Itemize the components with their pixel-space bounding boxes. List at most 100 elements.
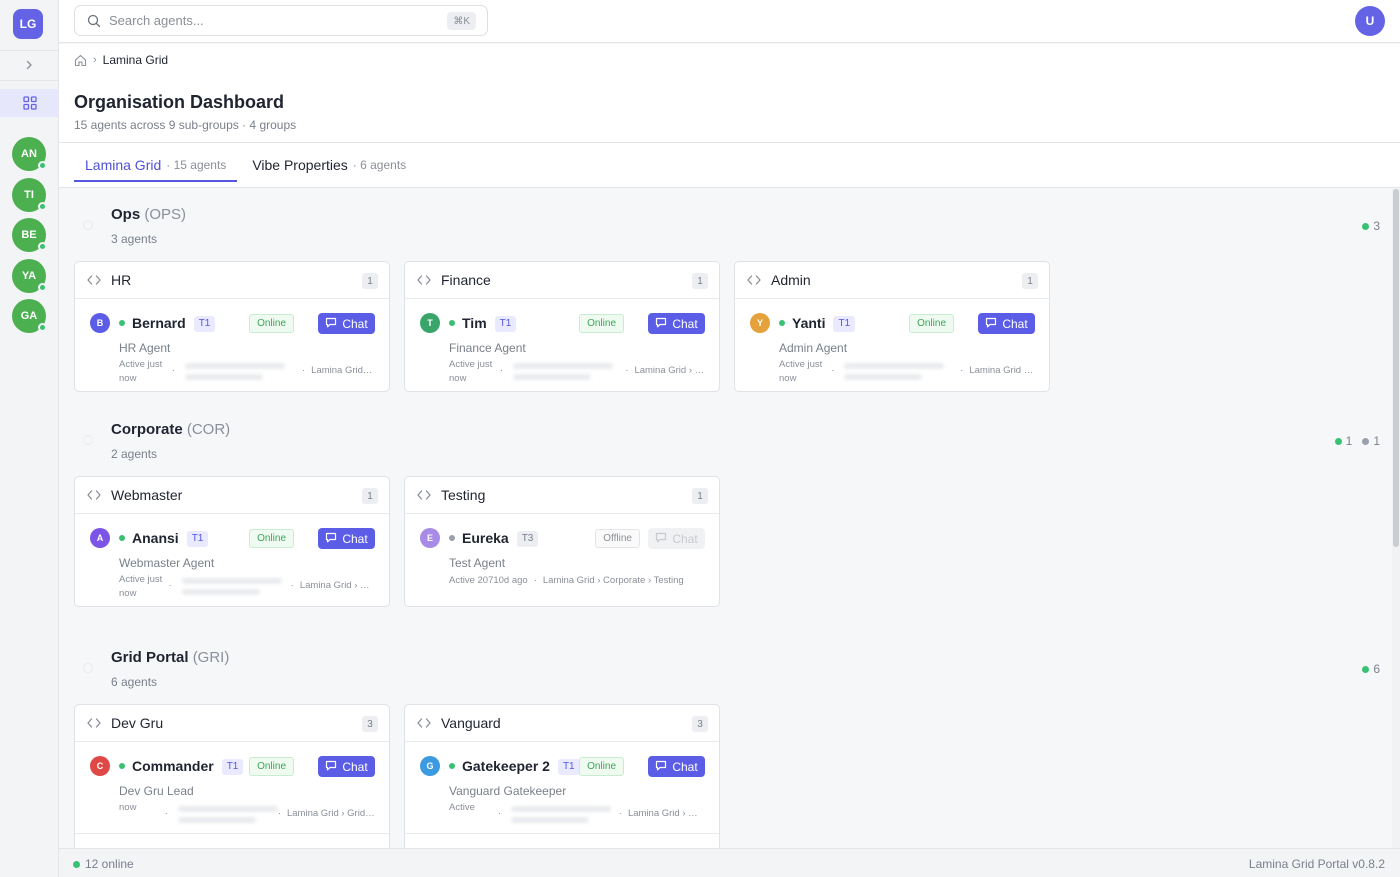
agent-last-active: now (119, 802, 137, 813)
chat-button[interactable]: Chat (318, 313, 375, 334)
app-logo[interactable]: LG (13, 9, 43, 39)
agent-last-active: Active just now (119, 359, 163, 384)
tab-count: · 15 agents (166, 158, 227, 172)
chat-icon (325, 317, 337, 331)
breadcrumb-separator: › (93, 54, 97, 66)
dashboard-nav-button[interactable] (0, 89, 59, 117)
agent-name: Eureka (462, 530, 509, 546)
subgroup-card: HR 1 B Bernard T1 Online Chat HR Agent Active ju… (74, 261, 390, 392)
group-status-summary: 3 (1362, 219, 1380, 233)
tab-vibe-properties[interactable]: Vibe Properties · 6 agents (241, 149, 417, 181)
sidebar-divider (0, 50, 59, 51)
subgroup-title: HR (111, 272, 132, 288)
app-version: Lamina Grid Portal v0.8.2 (1248, 857, 1385, 871)
group-agent-count: 2 agents (111, 447, 158, 461)
agent-path: Lamina Grid › ... (969, 365, 1035, 376)
subgroup-header[interactable]: Vanguard 3 (405, 705, 719, 742)
online-status-dot (38, 161, 47, 170)
code-icon (417, 488, 433, 502)
status-badge: Online (909, 314, 954, 333)
status-dot (1362, 665, 1370, 673)
subgroup-header[interactable]: Admin 1 (735, 262, 1049, 299)
redacted-text (507, 801, 613, 827)
chat-button[interactable]: Chat (648, 756, 705, 777)
chat-label: Chat (672, 316, 698, 331)
agent-avatar: T (420, 313, 440, 333)
subgroup-agent-count: 1 (692, 273, 708, 289)
agent-avatar: B (90, 313, 110, 333)
agent-row[interactable]: C Commander T1 Online Chat Dev Gru Lead now · · L… (75, 742, 389, 832)
chat-icon (325, 760, 337, 774)
subgroup-header[interactable]: Webmaster 1 (75, 477, 389, 514)
code-icon (747, 273, 763, 287)
tier-badge: T1 (833, 316, 856, 332)
status-count: 1 (1334, 434, 1352, 448)
agent-row[interactable]: B Bernard T1 Online Chat HR Agent Active just … (75, 299, 389, 389)
status-badge: Online (249, 757, 294, 776)
group-toggle[interactable] (83, 663, 93, 673)
meta-separator: · (831, 365, 835, 376)
org-tabs: Lamina Grid · 15 agents Vibe Properties … (74, 149, 421, 182)
agent-path: Lamina Grid › Corporate › Testing (542, 575, 684, 586)
search-icon (87, 14, 101, 27)
agent-role: Finance Agent (449, 341, 526, 355)
agent-role: Webmaster Agent (119, 556, 215, 570)
subgroup-header[interactable]: Finance 1 (405, 262, 719, 299)
redacted-text (181, 358, 296, 384)
sidebar-agent-avatar[interactable]: BE (12, 218, 47, 252)
sidebar-agent-avatar[interactable]: GA (12, 299, 47, 333)
page-header: › Lamina Grid Organisation Dashboard 15 … (59, 44, 1400, 188)
agent-path: Lamina Grid › Grid... (627, 808, 705, 819)
agent-role: Test Agent (449, 556, 506, 570)
agent-row[interactable]: E Eureka T3 Offline Chat Test Agent Active 207… (405, 514, 719, 604)
chat-button[interactable]: Chat (318, 528, 375, 549)
status-dot (1362, 437, 1370, 445)
agent-name: Yanti (792, 315, 826, 331)
chat-button[interactable]: Chat (648, 528, 705, 549)
tier-badge: T3 (516, 531, 539, 547)
chat-button[interactable]: Chat (318, 756, 375, 777)
agent-name: Commander (132, 758, 214, 774)
status-count-value: 6 (1373, 662, 1380, 676)
chevron-right-icon[interactable] (19, 55, 39, 75)
subgroup-header[interactable]: Dev Gru 3 (75, 705, 389, 742)
agent-row[interactable]: T Tim T1 Online Chat Finance Agent Active just… (405, 299, 719, 389)
subgroup-header[interactable]: Testing 1 (405, 477, 719, 514)
chat-icon (655, 532, 667, 546)
agent-row[interactable]: G Gatekeeper 2 T1 Online Chat Vanguard Gateke… (405, 742, 719, 832)
code-icon (417, 716, 433, 730)
agent-row[interactable]: A Anansi T1 Online Chat Webmaster Agent Active… (75, 514, 389, 604)
sidebar-agent-avatar[interactable]: YA (12, 259, 47, 293)
redacted-text (174, 801, 278, 827)
search-box[interactable]: ⌘K (74, 5, 488, 36)
agent-status-dot (449, 320, 455, 326)
home-icon[interactable] (74, 54, 87, 67)
scrollbar[interactable] (1392, 189, 1400, 848)
group-title: Corporate (COR) (111, 421, 230, 438)
subgroup-title: Dev Gru (111, 715, 164, 731)
tab-count: · 6 agents (352, 158, 407, 172)
status-badge: Online (249, 314, 294, 333)
chat-button[interactable]: Chat (648, 313, 705, 334)
group-status-summary: 11 (1334, 434, 1380, 448)
agent-row[interactable]: Y Yanti T1 Online Chat Admin Agent Active just… (735, 299, 1049, 389)
agent-avatar: G (420, 756, 440, 776)
status-count: 1 (1362, 434, 1380, 448)
subgroup-header[interactable]: HR 1 (75, 262, 389, 299)
status-footer: 12 online Lamina Grid Portal v0.8.2 (59, 848, 1400, 877)
breadcrumb: › Lamina Grid (74, 53, 168, 67)
agent-name: Anansi (132, 530, 179, 546)
chat-button[interactable]: Chat (978, 313, 1035, 334)
sidebar-agent-avatar[interactable]: AN (12, 137, 47, 171)
meta-separator: · (302, 365, 306, 376)
group-toggle[interactable] (83, 435, 93, 445)
group-toggle[interactable] (83, 220, 93, 230)
scrollbar-thumb[interactable] (1393, 189, 1399, 547)
sidebar-agent-avatar[interactable]: TI (12, 178, 47, 212)
user-avatar[interactable]: U (1355, 6, 1385, 36)
search-input[interactable] (109, 13, 439, 28)
online-status-dot (38, 202, 47, 211)
online-status-dot (38, 242, 47, 251)
meta-separator: · (533, 575, 537, 586)
tab-lamina-grid[interactable]: Lamina Grid · 15 agents (74, 149, 238, 182)
